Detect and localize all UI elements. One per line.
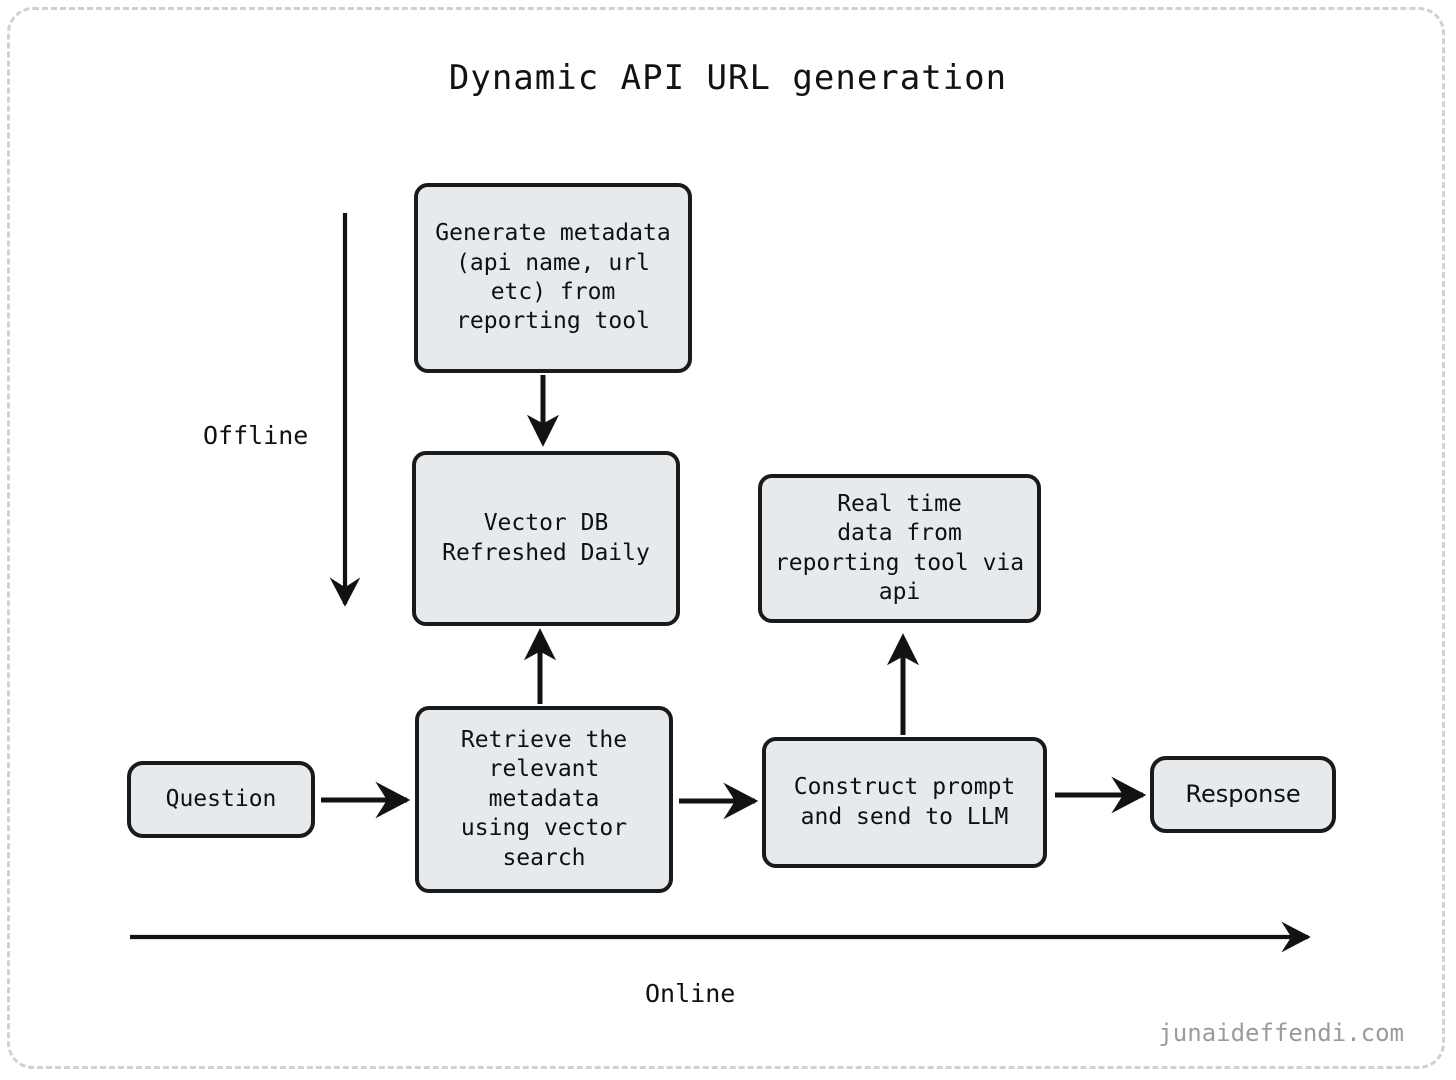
node-response[interactable]: Response bbox=[1150, 756, 1336, 833]
figure-frame-border bbox=[7, 7, 1445, 1069]
watermark: junaideffendi.com bbox=[1158, 1019, 1404, 1047]
node-construct-prompt[interactable]: Construct prompt and send to LLM bbox=[762, 737, 1047, 868]
page-title: Dynamic API URL generation bbox=[448, 58, 1008, 98]
edge-layer bbox=[130, 213, 1311, 953]
node-retrieve-metadata[interactable]: Retrieve the relevant metadata using vec… bbox=[415, 706, 673, 893]
diagram-canvas: Dynamic API URL generation Generate meta… bbox=[0, 0, 1456, 1080]
phase-label-offline: Offline bbox=[203, 421, 309, 450]
node-generate-metadata[interactable]: Generate metadata (api name, url etc) fr… bbox=[414, 183, 692, 373]
node-vector-db[interactable]: Vector DB Refreshed Daily bbox=[412, 451, 680, 626]
phase-label-online: Online bbox=[645, 979, 736, 1008]
node-question[interactable]: Question bbox=[127, 761, 315, 838]
node-realtime-data[interactable]: Real time data from reporting tool via a… bbox=[758, 474, 1041, 623]
